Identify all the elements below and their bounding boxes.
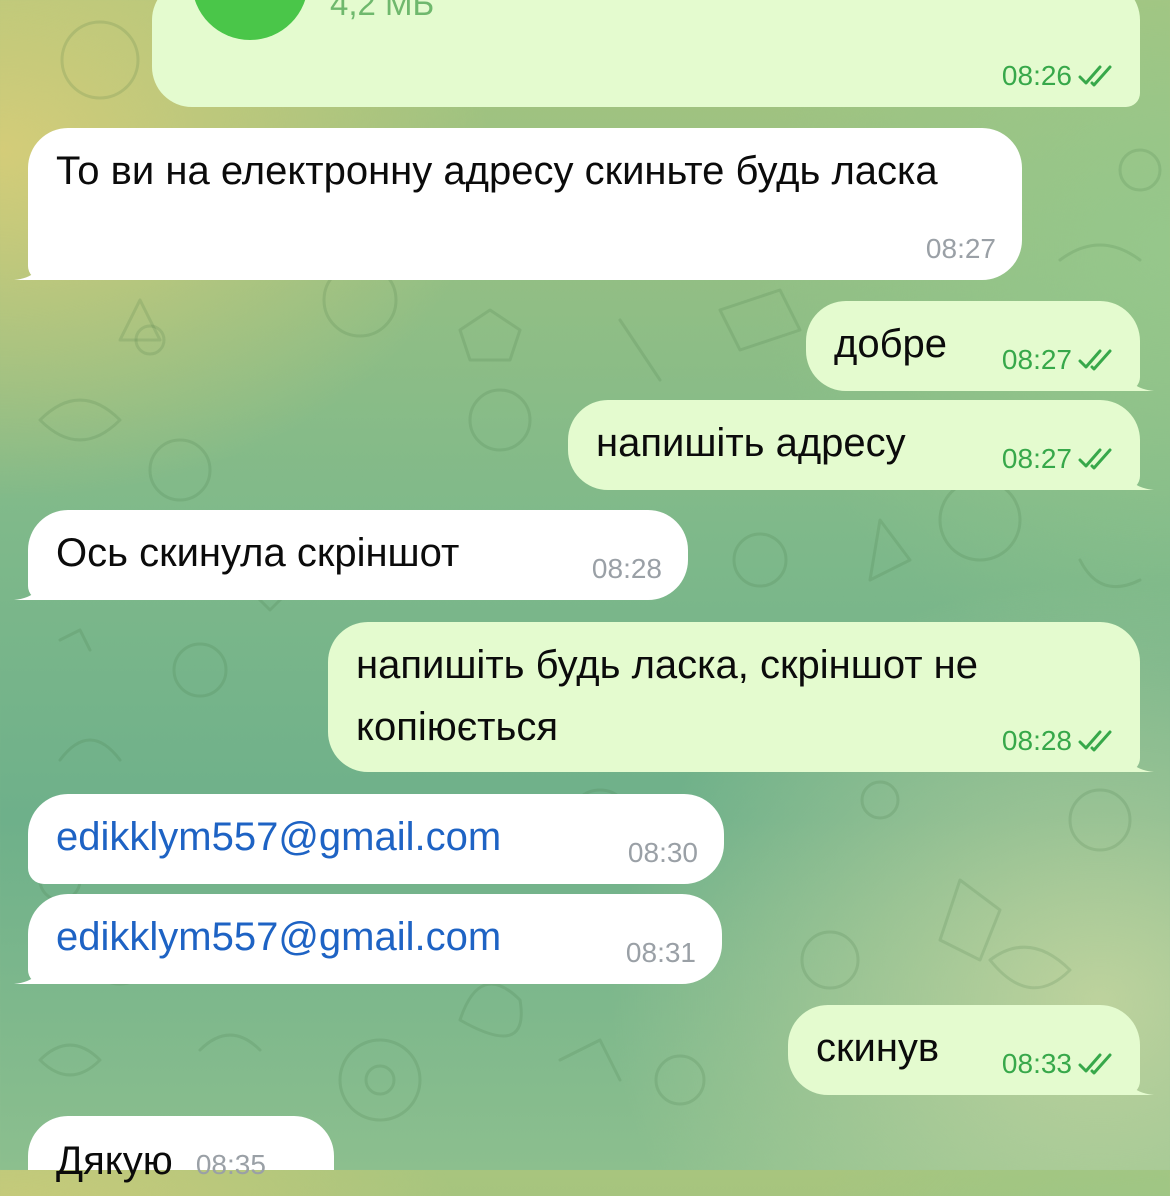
- message-incoming[interactable]: edikklym557@gmail.com 08:30: [28, 794, 724, 884]
- message-time: 08:28: [591, 553, 662, 584]
- message-time: 08:26: [1002, 59, 1114, 93]
- message-incoming[interactable]: Ось скинула скріншот 08:28: [14, 510, 688, 600]
- message-time: 08:28: [1002, 724, 1114, 758]
- message-time: 08:35: [195, 1149, 266, 1180]
- time-label: 08:26: [1001, 60, 1072, 91]
- message-time: 08:27: [1002, 442, 1114, 476]
- bubble-tail: [1124, 460, 1154, 490]
- time-label: 08:27: [1001, 443, 1072, 474]
- message-text: напишіть адресу: [596, 421, 906, 465]
- download-arrow-icon[interactable]: [192, 0, 308, 40]
- time-label: 08:27: [1001, 344, 1072, 375]
- message-outgoing[interactable]: скинув 08:33: [788, 1005, 1154, 1095]
- email-link[interactable]: edikklym557@gmail.com: [56, 815, 501, 859]
- bubble-tail: [14, 570, 44, 600]
- message-text: То ви на електронну адресу скиньте будь …: [56, 149, 938, 193]
- message-time: 08:33: [1002, 1047, 1114, 1081]
- double-check-icon: [1078, 349, 1112, 371]
- message-outgoing[interactable]: напишіть адресу 08:27: [568, 400, 1154, 490]
- message-incoming[interactable]: Дякую 08:35: [28, 1116, 334, 1183]
- double-check-icon: [1078, 730, 1112, 752]
- message-incoming[interactable]: edikklym557@gmail.com 08:31: [14, 894, 722, 984]
- bubble-tail: [1124, 361, 1154, 391]
- email-link[interactable]: edikklym557@gmail.com: [56, 915, 501, 959]
- bubble-tail: [1124, 1065, 1154, 1095]
- time-label: 08:33: [1001, 1048, 1072, 1079]
- message-outgoing[interactable]: добре 08:27: [806, 301, 1154, 391]
- message-incoming[interactable]: То ви на електронну адресу скиньте будь …: [14, 128, 1022, 280]
- message-text: Дякую: [56, 1139, 173, 1183]
- bubble-tail: [14, 954, 44, 984]
- message-time: 08:30: [627, 837, 698, 868]
- message-time: 08:27: [1002, 343, 1114, 377]
- bubble-tail: [1124, 742, 1154, 772]
- double-check-icon: [1078, 448, 1112, 470]
- message-time: 08:31: [625, 937, 696, 968]
- message-text: скинув: [816, 1026, 940, 1070]
- message-file-outgoing[interactable]: 4,2 МБ 08:26: [152, 0, 1140, 107]
- message-text: Ось скинула скріншот: [56, 531, 460, 575]
- message-outgoing[interactable]: напишіть будь ласка, скріншот не копіюєт…: [328, 622, 1154, 772]
- message-text: добре: [834, 322, 947, 366]
- bubble-tail: [14, 250, 44, 280]
- double-check-icon: [1078, 65, 1112, 87]
- message-time: 08:27: [925, 233, 996, 264]
- time-label: 08:28: [1001, 725, 1072, 756]
- file-size: 4,2 МБ: [330, 0, 435, 22]
- double-check-icon: [1078, 1053, 1112, 1075]
